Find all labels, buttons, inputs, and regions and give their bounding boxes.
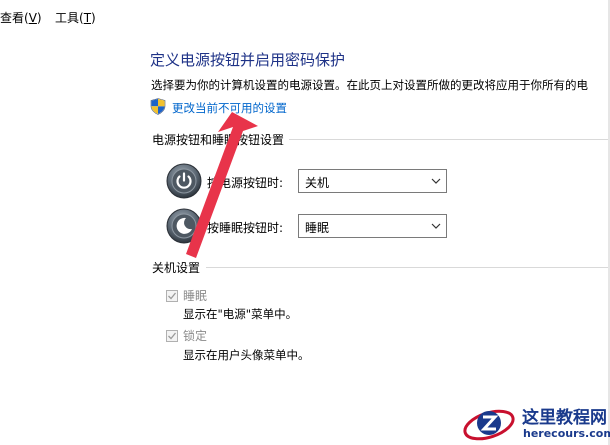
shield-uac-icon xyxy=(150,98,166,115)
page-description: 选择要为你的计算机设置的电源设置。在此页上对设置所做的更改将应用于你所有的电 xyxy=(151,78,588,92)
checkmark-icon xyxy=(168,332,177,340)
sleep-button-action-value: 睡眠 xyxy=(305,221,330,235)
sleep-checkbox-label: 睡眠 xyxy=(183,289,208,303)
section-divider xyxy=(206,267,610,268)
menu-tools-close: ) xyxy=(91,11,96,25)
sleep-button-icon xyxy=(166,208,202,244)
sleep-button-action-select[interactable]: 睡眠 xyxy=(298,214,447,238)
menu-view[interactable]: 查看(V) xyxy=(0,9,42,26)
watermark-url: herecours.com xyxy=(523,427,610,440)
lock-menu-checkbox[interactable] xyxy=(166,330,178,342)
menu-tools[interactable]: 工具(T) xyxy=(55,9,96,26)
chevron-down-icon xyxy=(431,178,441,184)
sleep-menu-checkbox[interactable] xyxy=(166,290,178,302)
menu-view-close: ) xyxy=(36,11,42,25)
lock-checkbox-description: 显示在用户头像菜单中。 xyxy=(183,348,310,362)
menu-tools-key: T xyxy=(83,11,92,25)
sleep-button-label: 按睡眠按钮时: xyxy=(207,221,284,235)
menu-view-text: 查看( xyxy=(0,11,29,25)
menu-bar: 查看(V) 工具(T) xyxy=(0,0,610,34)
power-button-icon xyxy=(166,163,202,199)
sleep-checkbox-description: 显示在"电源"菜单中。 xyxy=(183,307,298,321)
power-button-action-value: 关机 xyxy=(305,176,330,190)
watermark-name: 这里教程网 xyxy=(522,408,607,428)
power-buttons-section-title: 电源按钮和睡眠按钮设置 xyxy=(152,133,285,147)
section-divider xyxy=(289,139,610,140)
menu-tools-text: 工具( xyxy=(55,11,84,25)
watermark-logo-icon xyxy=(463,409,515,441)
lock-checkbox-label: 锁定 xyxy=(183,329,208,343)
power-button-label: 按电源按钮时: xyxy=(207,176,284,190)
page-title: 定义电源按钮并启用密码保护 xyxy=(150,51,346,69)
shutdown-settings-section-title: 关机设置 xyxy=(152,261,201,275)
power-button-action-select[interactable]: 关机 xyxy=(298,169,447,193)
chevron-down-icon xyxy=(431,223,441,229)
change-settings-link[interactable]: 更改当前不可用的设置 xyxy=(172,100,287,116)
menu-view-key: V xyxy=(28,11,37,25)
checkmark-icon xyxy=(168,292,177,300)
